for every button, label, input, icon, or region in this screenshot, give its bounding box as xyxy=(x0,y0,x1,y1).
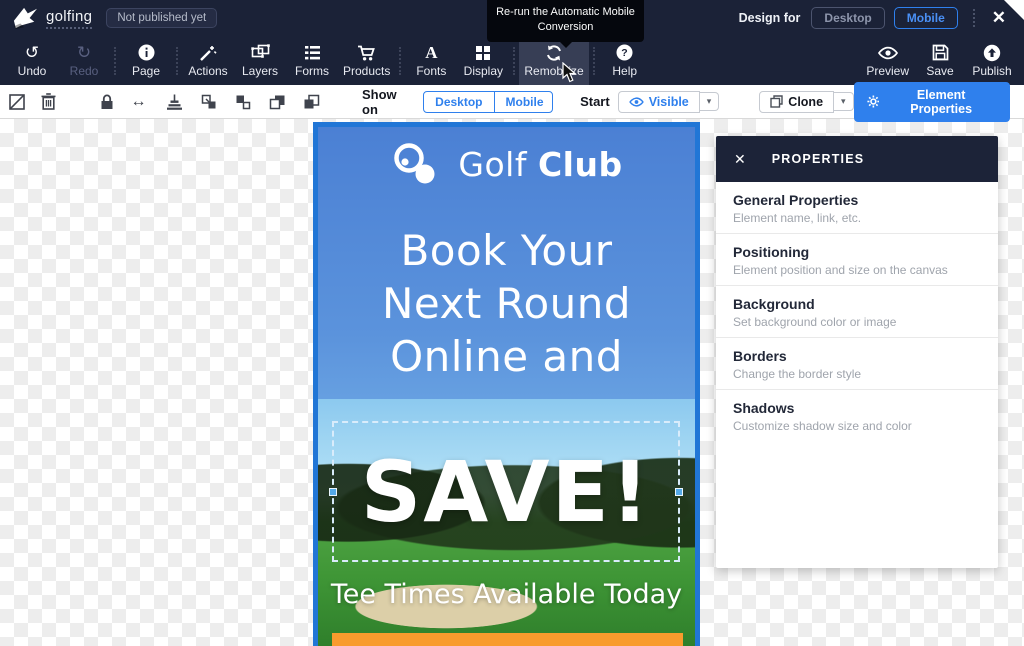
clone-caret[interactable]: ▾ xyxy=(834,92,854,111)
resize-handle-right[interactable] xyxy=(675,488,683,496)
element-toolbar: ↔ Show on Desktop Mobile Start Visible ▾ xyxy=(0,85,1024,119)
toolbar-divider xyxy=(114,47,116,75)
send-to-back-icon[interactable] xyxy=(303,93,320,110)
toolbar-divider xyxy=(513,47,515,75)
cta-button[interactable] xyxy=(332,633,683,646)
undo-button[interactable]: ↺ Undo xyxy=(6,36,58,85)
element-properties-button[interactable]: Element Properties xyxy=(854,82,1010,122)
publish-cloud-icon xyxy=(983,44,1001,62)
actions-button[interactable]: Actions xyxy=(182,36,234,85)
lock-icon[interactable] xyxy=(98,93,115,110)
tee-times-text[interactable]: Tee Times Available Today xyxy=(318,579,695,610)
visibility-caret[interactable]: ▾ xyxy=(700,92,720,111)
panel-title: PROPERTIES xyxy=(772,152,865,166)
resize-handle-left[interactable] xyxy=(329,488,337,496)
golf-club-logo-icon xyxy=(390,141,442,187)
shopping-cart-icon xyxy=(357,44,376,62)
panel-close-icon[interactable]: ✕ xyxy=(734,151,746,168)
fonts-icon: A xyxy=(425,44,437,62)
gear-icon xyxy=(867,95,880,108)
clone-button[interactable]: Clone ▾ xyxy=(759,91,853,113)
section-general-properties[interactable]: General Properties Element name, link, e… xyxy=(716,182,998,234)
undo-icon: ↺ xyxy=(25,44,39,62)
send-backward-icon[interactable] xyxy=(234,93,251,110)
redo-icon: ↻ xyxy=(77,44,91,62)
clone-copy-icon xyxy=(770,95,783,108)
remobilize-button[interactable]: Remobilize xyxy=(519,36,588,85)
save-button[interactable]: Save xyxy=(914,36,966,85)
visible-eye-icon xyxy=(629,97,644,107)
forms-button[interactable]: Forms xyxy=(286,36,338,85)
page-headline[interactable]: Book Your Next Round Online and xyxy=(356,225,657,384)
section-shadows[interactable]: Shadows Customize shadow size and color xyxy=(716,390,998,441)
show-on-label: Show on xyxy=(362,87,415,117)
display-button[interactable]: Display xyxy=(457,36,509,85)
editor-canvas[interactable]: Golf Club Book Your Next Round Online an… xyxy=(0,119,1024,646)
publish-status-badge: Not published yet xyxy=(106,8,217,28)
toolbar-divider xyxy=(399,47,401,75)
properties-panel-header: ✕ PROPERTIES xyxy=(716,136,998,182)
magic-wand-icon xyxy=(199,44,217,62)
svg-text:?: ? xyxy=(622,47,628,59)
bring-forward-icon[interactable] xyxy=(200,93,217,110)
delete-trash-icon[interactable] xyxy=(40,93,57,110)
design-for-mobile-button[interactable]: Mobile xyxy=(894,7,958,29)
mobile-page-preview[interactable]: Golf Club Book Your Next Round Online an… xyxy=(313,122,700,646)
align-center-icon[interactable] xyxy=(166,93,183,110)
preview-eye-icon xyxy=(878,44,898,62)
start-label: Start xyxy=(580,94,610,109)
redo-button[interactable]: ↻ Redo xyxy=(58,36,110,85)
app-logo-icon xyxy=(12,6,38,30)
start-visibility-dropdown[interactable]: Visible ▾ xyxy=(618,91,720,113)
logo-text: Golf Club xyxy=(458,145,622,184)
corner-fold xyxy=(1004,0,1024,20)
help-icon: ? xyxy=(616,44,633,62)
bring-to-front-icon[interactable] xyxy=(269,93,286,110)
section-positioning[interactable]: Positioning Element position and size on… xyxy=(716,234,998,286)
page-logo[interactable]: Golf Club xyxy=(318,141,695,187)
no-fill-icon[interactable] xyxy=(8,93,25,110)
products-button[interactable]: Products xyxy=(338,36,395,85)
toolbar-divider xyxy=(176,47,178,75)
layers-button[interactable]: Layers xyxy=(234,36,286,85)
help-button[interactable]: ? Help xyxy=(599,36,651,85)
show-on-mobile-button[interactable]: Mobile xyxy=(494,92,554,112)
project-name[interactable]: golfing xyxy=(46,8,92,29)
section-background[interactable]: Background Set background color or image xyxy=(716,286,998,338)
horizontal-resize-icon[interactable]: ↔ xyxy=(130,93,147,110)
page-info-icon xyxy=(138,44,155,62)
forms-list-icon xyxy=(304,44,321,62)
page-button[interactable]: Page xyxy=(120,36,172,85)
save-headline-text[interactable]: SAVE! xyxy=(361,443,652,541)
selected-element-outline[interactable]: SAVE! xyxy=(332,421,680,562)
design-for-label: Design for xyxy=(739,11,801,25)
preview-button[interactable]: Preview xyxy=(861,36,914,85)
display-grid-icon xyxy=(475,44,491,62)
main-toolbar: ↺ Undo ↻ Redo Page Actions Layers xyxy=(0,36,1024,85)
toolbar-divider xyxy=(593,47,595,75)
design-for-desktop-button[interactable]: Desktop xyxy=(811,7,884,29)
publish-button[interactable]: Publish xyxy=(966,36,1018,85)
layers-icon xyxy=(251,44,270,62)
app-window: golfing Not published yet Design for Des… xyxy=(0,0,1024,646)
save-floppy-icon xyxy=(932,44,949,62)
show-on-desktop-button[interactable]: Desktop xyxy=(424,92,493,112)
remobilize-tooltip: Re-run the Automatic Mobile Conversion xyxy=(487,0,644,42)
section-borders[interactable]: Borders Change the border style xyxy=(716,338,998,390)
show-on-toggle: Desktop Mobile xyxy=(423,91,553,113)
fonts-button[interactable]: A Fonts xyxy=(405,36,457,85)
topbar-divider xyxy=(973,9,975,27)
properties-panel: ✕ PROPERTIES General Properties Element … xyxy=(716,136,998,568)
